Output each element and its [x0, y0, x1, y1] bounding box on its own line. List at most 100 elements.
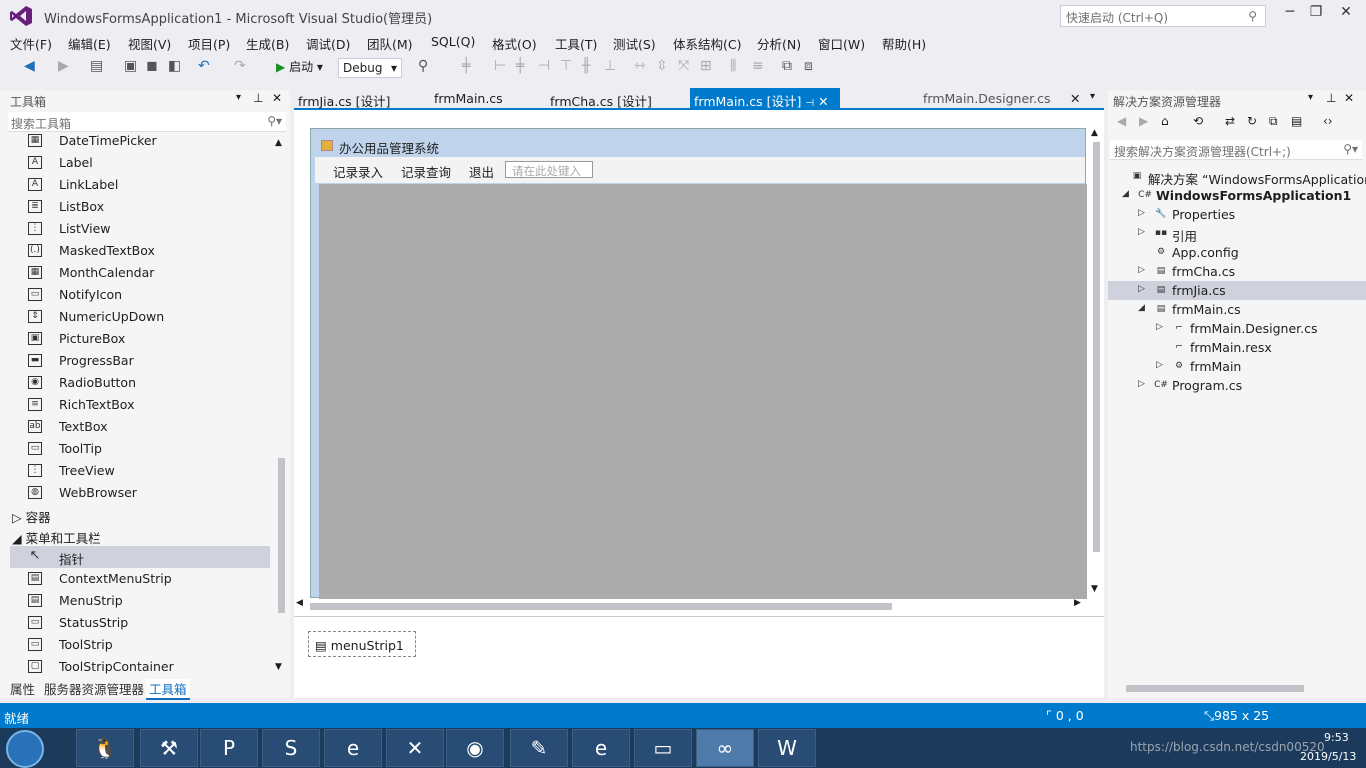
taskbar-app-word[interactable]: W — [758, 729, 816, 767]
toolbox-item[interactable]: ▭ ToolTip — [10, 438, 270, 460]
taskbar-app-qq[interactable]: 🐧 — [76, 729, 134, 767]
solution-tree-node[interactable]: ◢ C# WindowsFormsApplication1 — [1108, 186, 1366, 205]
solution-explorer-search-input[interactable]: 搜索解决方案资源管理器(Ctrl+;) ⚲▾ — [1110, 140, 1362, 160]
tray-menustrip1[interactable]: ▤ menuStrip1 — [308, 631, 416, 657]
solution-tree-node[interactable]: ◢ ▤ frmMain.cs — [1108, 300, 1366, 319]
find-icon[interactable]: ⚲ — [418, 58, 428, 74]
menu-architecture[interactable]: 体系结构(C) — [673, 34, 741, 53]
forward-icon[interactable]: ▶ — [58, 58, 69, 74]
group-menus-toolbars[interactable]: ◢ 菜单和工具栏 — [12, 528, 101, 547]
menu-edit[interactable]: 编辑(E) — [68, 34, 111, 53]
taskbar-app-powerpoint[interactable]: P — [200, 729, 258, 767]
toolbox-item[interactable]: ▬ ProgressBar — [10, 350, 270, 372]
view-code-icon[interactable]: ‹› — [1323, 114, 1333, 128]
toolbox-item[interactable]: ▭ NotifyIcon — [10, 284, 270, 306]
horizontal-spacing-icon[interactable]: ⫼ — [730, 58, 736, 74]
toolbox-item[interactable]: ↖ 指针 — [10, 546, 270, 568]
taskbar-app-tools[interactable]: ⚒ — [140, 729, 198, 767]
bring-to-front-icon[interactable]: ⧉ — [782, 58, 792, 74]
toolbox-item[interactable]: ≣ ListBox — [10, 196, 270, 218]
solution-tree-node[interactable]: ▷ ⌐ frmMain.Designer.cs — [1108, 319, 1366, 338]
close-tab-icon[interactable]: ✕ — [818, 94, 828, 109]
solution-tree-node[interactable]: ▷ ▪▪ 引用 — [1108, 224, 1366, 244]
toolbox-item[interactable]: ▣ PictureBox — [10, 328, 270, 350]
menu-sql[interactable]: SQL(Q) — [431, 34, 475, 49]
refresh-icon[interactable]: ↻ — [1247, 114, 1257, 128]
taskbar-app-s[interactable]: S — [262, 729, 320, 767]
start-debug-button[interactable]: ▶ 启动 ▾ — [276, 58, 323, 75]
new-project-icon[interactable]: ▤ — [90, 58, 103, 74]
pin-icon[interactable]: ⊥ — [1326, 91, 1336, 105]
toolbox-scrollbar[interactable]: ▲ ▼ — [275, 138, 287, 678]
minimize-button[interactable]: ─ — [1276, 4, 1304, 26]
toolbox-item[interactable]: A Label — [10, 152, 270, 174]
tab-properties[interactable]: 属性 — [10, 679, 35, 698]
solution-config-select[interactable]: Debug ▾ — [338, 58, 402, 78]
toolbox-item[interactable]: (.) MaskedTextBox — [10, 240, 270, 262]
taskbar-app-chrome[interactable]: ◉ — [446, 729, 504, 767]
close-panel-icon[interactable]: ✕ — [1344, 91, 1354, 105]
solution-tree-node[interactable]: ▣ 解决方案 “WindowsFormsApplication1 — [1108, 167, 1366, 187]
toolbox-item[interactable]: ⋮ TreeView — [10, 460, 270, 482]
form-menustrip[interactable]: 记录录入 记录查询 退出 请在此处键入 — [315, 157, 1085, 183]
menu-debug[interactable]: 调试(D) — [306, 34, 350, 53]
group-containers[interactable]: ▷ 容器 — [12, 507, 51, 526]
tab-frmmain-designer-cs[interactable]: frmMain.Designer.cs — [923, 91, 1051, 106]
vertical-spacing-icon[interactable]: ≡ — [752, 58, 764, 74]
mdi-client-area[interactable] — [319, 184, 1087, 599]
toolbox-item[interactable]: ▭ ToolStrip — [10, 634, 270, 656]
align-top-icon[interactable]: ⊤ — [560, 58, 572, 74]
clock-time[interactable]: 9:53 — [1324, 731, 1349, 744]
tab-toolbox[interactable]: 工具箱 — [146, 679, 190, 700]
back-icon[interactable]: ◀ — [1117, 114, 1126, 128]
menuitem-exit[interactable]: 退出 — [469, 162, 494, 181]
designer-vertical-scrollbar[interactable]: ▲ ▼ — [1090, 128, 1102, 598]
solution-tree-node[interactable]: ▷ ⚙ frmMain — [1108, 357, 1366, 376]
solution-horizontal-scrollbar[interactable] — [1120, 683, 1358, 693]
expand-arrow-icon[interactable]: ▷ — [1156, 322, 1163, 332]
menu-format[interactable]: 格式(O) — [492, 34, 537, 53]
close-button[interactable]: ✕ — [1332, 4, 1360, 26]
menu-help[interactable]: 帮助(H) — [882, 34, 926, 53]
maximize-button[interactable]: ❐ — [1302, 4, 1330, 26]
taskbar-app-paint[interactable]: ✎ — [510, 729, 568, 767]
taskbar-app-edge[interactable]: e — [572, 729, 630, 767]
menu-build[interactable]: 生成(B) — [246, 34, 289, 53]
back-icon[interactable]: ◀ — [24, 58, 35, 74]
toolbox-item[interactable]: ▤ MenuStrip — [10, 590, 270, 612]
solution-tree-node[interactable]: ⌐ frmMain.resx — [1108, 338, 1366, 357]
tab-dropdown-icon[interactable]: ▾ — [1090, 91, 1095, 102]
sync-icon[interactable]: ⇄ — [1225, 114, 1235, 128]
quick-launch-input[interactable]: 快速启动 (Ctrl+Q) ⚲ — [1060, 5, 1266, 27]
toolbox-item[interactable]: ab TextBox — [10, 416, 270, 438]
forward-icon[interactable]: ▶ — [1139, 114, 1148, 128]
expand-arrow-icon[interactable]: ▷ — [1138, 284, 1145, 294]
menu-file[interactable]: 文件(F) — [10, 34, 52, 53]
collapse-arrow-icon[interactable]: ◢ — [1138, 303, 1145, 313]
make-same-size-icon[interactable]: ⤧ — [678, 58, 689, 74]
properties-icon[interactable]: ▤ — [1291, 114, 1302, 128]
tab-server-explorer[interactable]: 服务器资源管理器 — [44, 679, 144, 698]
size-to-grid-icon[interactable]: ⊞ — [700, 58, 712, 74]
close-tab-icon[interactable]: ✕ — [1070, 91, 1080, 106]
make-same-width-icon[interactable]: ⇿ — [634, 58, 646, 74]
home-icon[interactable]: ⌂ — [1161, 114, 1169, 128]
menuitem-record-query[interactable]: 记录查询 — [401, 162, 451, 181]
close-panel-icon[interactable]: ✕ — [272, 91, 282, 105]
collapse-all-icon[interactable]: ⧉ — [1269, 114, 1278, 129]
toolbox-search-input[interactable]: 搜索工具箱 ⚲▾ — [8, 112, 286, 132]
pending-changes-icon[interactable]: ⟲ — [1193, 114, 1203, 128]
send-to-back-icon[interactable]: ⧈ — [804, 58, 813, 74]
tab-frmjia-design[interactable]: frmJia.cs [设计] — [298, 91, 390, 110]
expand-arrow-icon[interactable]: ▷ — [1138, 265, 1145, 275]
expand-arrow-icon[interactable]: ▷ — [1138, 379, 1145, 389]
save-all-icon[interactable]: ◧ — [168, 58, 181, 74]
menu-analyze[interactable]: 分析(N) — [757, 34, 801, 53]
save-icon[interactable]: ◼ — [146, 58, 158, 74]
align-right-icon[interactable]: ⊣ — [538, 58, 550, 74]
expand-arrow-icon[interactable]: ▷ — [1156, 360, 1163, 370]
open-file-icon[interactable]: ▣ — [124, 58, 137, 74]
align-center-icon[interactable]: ╪ — [516, 58, 524, 74]
dropdown-icon[interactable]: ▾ — [236, 92, 241, 103]
expand-arrow-icon[interactable]: ▷ — [1138, 227, 1145, 237]
